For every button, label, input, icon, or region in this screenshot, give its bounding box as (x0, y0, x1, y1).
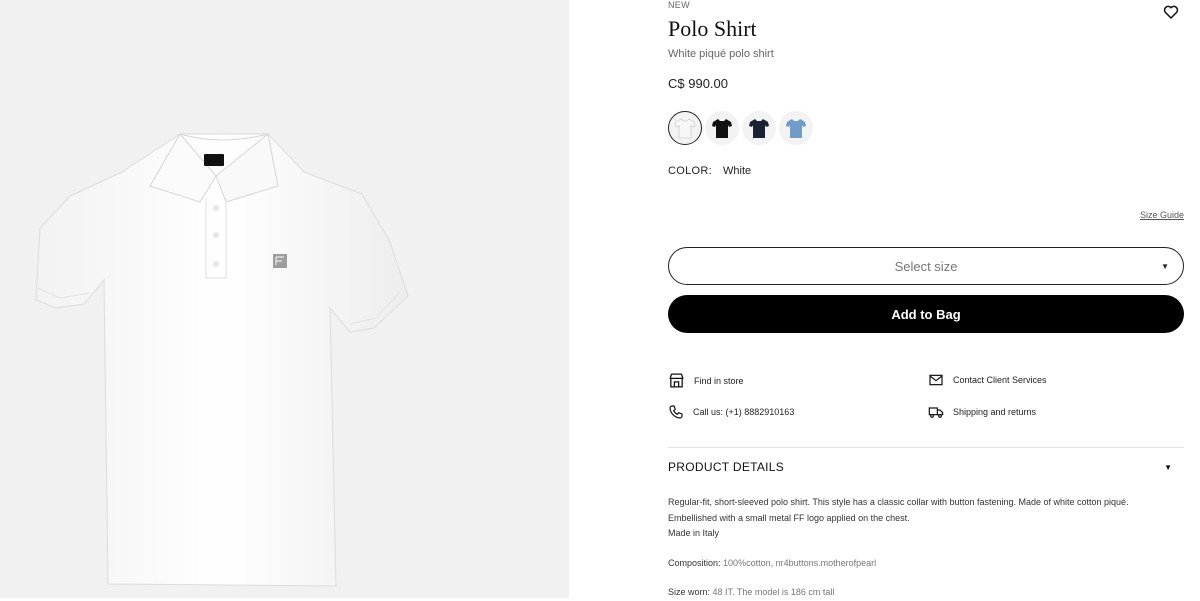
contact-client-services-link[interactable]: Contact Client Services (928, 372, 1047, 388)
size-guide-link[interactable]: Size Guide (1140, 210, 1184, 220)
size-worn: Size worn: 48 IT. The model is 186 cm ta… (668, 585, 1184, 601)
polo-thumbnail-icon (786, 119, 806, 138)
color-label: COLOR: (668, 165, 712, 177)
color-swatches (668, 111, 813, 145)
size-select-placeholder: Select size (894, 258, 958, 274)
polo-thumbnail-icon (749, 119, 769, 138)
product-description: Regular-fit, short-sleeved polo shirt. T… (668, 495, 1184, 601)
size-worn-value: 48 IT. The model is 186 cm tall (712, 587, 835, 597)
envelope-icon (929, 374, 943, 386)
description-line: Regular-fit, short-sleeved polo shirt. T… (668, 497, 1129, 507)
product-gallery (0, 0, 569, 598)
made-in: Made in Italy (668, 528, 720, 538)
polo-thumbnail-icon (674, 118, 696, 139)
find-in-store-label: Find in store (694, 375, 744, 386)
shipping-label: Shipping and returns (953, 407, 1037, 417)
store-icon (669, 373, 684, 388)
phone-icon (669, 405, 683, 419)
size-select[interactable]: Select size ▼ (668, 247, 1184, 285)
swatch-white[interactable] (668, 111, 702, 145)
caret-down-icon: ▼ (1161, 262, 1169, 271)
find-in-store-link[interactable]: Find in store (668, 372, 744, 389)
product-details-toggle[interactable]: PRODUCT DETAILS ▼ (668, 458, 1184, 476)
description-line: Embellished with a small metal FF logo a… (668, 512, 910, 523)
product-price: C$ 990.00 (668, 76, 728, 91)
size-worn-label: Size worn: (668, 587, 711, 597)
color-row: COLOR: White (668, 165, 751, 177)
composition-value: 100%cotton, nr4buttons.motherofpearl (723, 557, 877, 568)
call-us-link[interactable]: Call us: (+1) 8882910163 (668, 404, 794, 420)
caret-down-icon: ▼ (1164, 462, 1172, 472)
product-info-panel: NEW Polo Shirt White piqué polo shirt C$… (668, 0, 1184, 598)
swatch-navy[interactable] (742, 111, 776, 145)
add-to-bag-button[interactable]: Add to Bag (668, 295, 1184, 333)
wishlist-button[interactable] (1162, 3, 1180, 21)
product-subtitle: White piqué polo shirt (668, 48, 774, 60)
swatch-light-blue[interactable] (779, 111, 813, 145)
shipping-returns-link[interactable]: Shipping and returns (928, 404, 1036, 420)
selected-color: White (723, 165, 752, 177)
contact-label: Contact Client Services (953, 375, 1047, 385)
composition: Composition: 100%cotton, nr4buttons.moth… (668, 556, 1184, 572)
swatch-black[interactable] (705, 111, 739, 145)
composition-label: Composition: (668, 557, 721, 568)
truck-icon (928, 407, 944, 418)
divider (668, 447, 1184, 448)
heart-icon (1163, 5, 1179, 19)
polo-thumbnail-icon (712, 119, 732, 138)
call-us-label: Call us: (+1) 8882910163 (693, 407, 795, 417)
product-title: Polo Shirt (668, 16, 757, 41)
product-details-heading: PRODUCT DETAILS (668, 460, 785, 474)
product-image[interactable] (30, 128, 410, 590)
new-badge: NEW (668, 0, 690, 10)
